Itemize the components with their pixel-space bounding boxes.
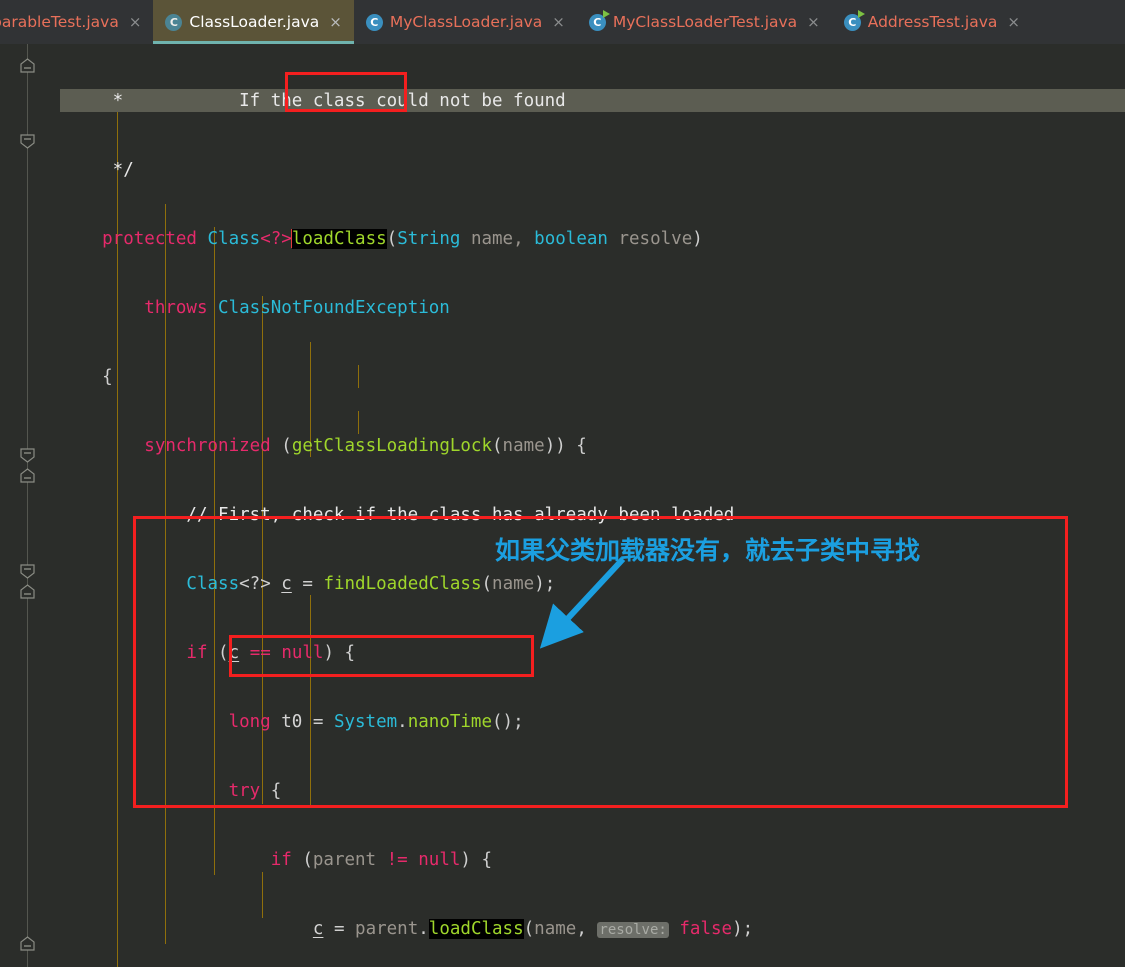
class-icon-letter: C	[169, 15, 178, 29]
java-class-icon: C	[165, 13, 183, 31]
editor-tab-bar: parableTest.java × C ClassLoader.java × …	[0, 0, 1125, 44]
tab-label: MyClassLoader.java	[389, 13, 543, 31]
fold-end-up-icon[interactable]	[19, 584, 36, 599]
tab-class-loader[interactable]: C ClassLoader.java ×	[153, 0, 355, 44]
tab-label: ClassLoader.java	[189, 13, 320, 31]
class-icon-letter: C	[848, 15, 857, 29]
fold-start-down-icon[interactable]	[19, 448, 36, 463]
code-line: throws ClassNotFoundException	[60, 298, 450, 318]
tab-close-icon[interactable]: ×	[1007, 13, 1020, 31]
tab-label: MyClassLoaderTest.java	[612, 13, 798, 31]
tab-label: AddressTest.java	[867, 13, 998, 31]
code-content[interactable]: * If the class could not be found */ pro…	[60, 44, 1125, 967]
tab-close-icon[interactable]: ×	[129, 13, 142, 31]
fold-end-up-icon[interactable]	[19, 936, 36, 951]
tab-close-icon[interactable]: ×	[807, 13, 820, 31]
fold-end-up-icon[interactable]	[19, 58, 36, 73]
java-class-icon: C	[365, 13, 383, 31]
code-line: if (parent != null) {	[60, 850, 493, 870]
class-icon-letter: C	[370, 15, 379, 29]
tab-close-icon[interactable]: ×	[552, 13, 565, 31]
tab-my-class-loader[interactable]: C MyClassLoader.java ×	[354, 0, 577, 44]
tab-my-class-loader-test[interactable]: C MyClassLoaderTest.java ×	[577, 0, 832, 44]
class-icon-letter: C	[593, 15, 602, 29]
code-line: // First, check if the class has already…	[60, 505, 735, 525]
code-line: long t0 = System.nanoTime();	[60, 712, 524, 732]
code-line: synchronized (getClassLoadingLock(name))…	[60, 436, 587, 456]
code-line: * If the class could not be found	[60, 91, 566, 111]
annotation-arrow-icon	[539, 556, 626, 649]
gutter-guide-line	[27, 44, 28, 967]
java-class-runnable-icon: C	[843, 9, 865, 31]
tab-label: parableTest.java	[0, 13, 119, 31]
code-editor[interactable]: * If the class could not be found */ pro…	[60, 44, 1125, 967]
fold-end-up-icon[interactable]	[19, 468, 36, 483]
java-class-runnable-icon: C	[588, 9, 610, 31]
code-line: {	[60, 367, 113, 387]
fold-start-down-icon[interactable]	[19, 564, 36, 579]
tab-close-icon[interactable]: ×	[329, 13, 342, 31]
code-line: */	[60, 160, 134, 180]
code-line: try {	[60, 781, 282, 801]
editor-gutter[interactable]	[0, 44, 60, 967]
code-line-signature: protected Class<?>loadClass(String name,…	[60, 229, 703, 249]
tab-comparable-test[interactable]: parableTest.java ×	[0, 0, 153, 44]
fold-start-down-icon[interactable]	[19, 134, 36, 149]
code-line: c = parent.loadClass(name, resolve: fals…	[312, 919, 754, 939]
tab-address-test[interactable]: C AddressTest.java ×	[832, 0, 1032, 44]
